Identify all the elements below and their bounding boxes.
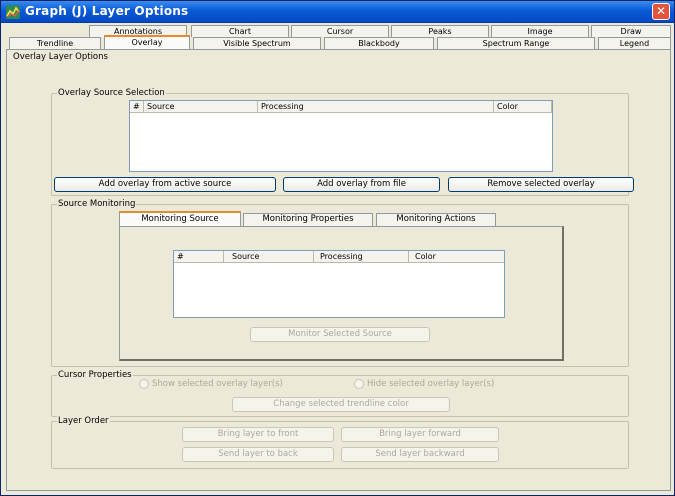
bring-forward-button[interactable]: Bring layer forward	[341, 427, 499, 442]
tab-blackbody[interactable]: Blackbody	[324, 37, 434, 49]
show-overlay-label: Show selected overlay layer(s)	[152, 379, 283, 389]
tab-monitoring-source[interactable]: Monitoring Source	[119, 211, 241, 226]
window-title: Graph (J) Layer Options	[25, 4, 189, 18]
col-number[interactable]: #	[130, 101, 144, 112]
panel-title: Overlay Layer Options	[12, 52, 109, 62]
mon-col-processing[interactable]: Processing	[314, 251, 409, 262]
tab-overlay[interactable]: Overlay	[104, 35, 190, 50]
remove-overlay-button[interactable]: Remove selected overlay	[448, 177, 634, 192]
layer-order-legend: Layer Order	[57, 416, 110, 426]
add-overlay-active-button[interactable]: Add overlay from active source	[54, 177, 276, 192]
layer-order-group	[51, 421, 629, 469]
tab-draw[interactable]: Draw	[591, 25, 671, 37]
send-backward-button[interactable]: Send layer backward	[341, 447, 499, 462]
tab-chart[interactable]: Chart	[191, 25, 289, 37]
source-monitoring-legend: Source Monitoring	[57, 199, 137, 209]
monitor-selected-source-button[interactable]: Monitor Selected Source	[250, 327, 430, 342]
add-overlay-file-button[interactable]: Add overlay from file	[283, 177, 440, 192]
options-window: Graph (J) Layer Options ✕ Annotations Ch…	[0, 0, 675, 496]
close-icon[interactable]: ✕	[652, 3, 670, 20]
tab-monitoring-actions[interactable]: Monitoring Actions	[376, 213, 496, 226]
col-source[interactable]: Source	[144, 101, 258, 112]
tab-peaks[interactable]: Peaks	[391, 25, 489, 37]
overlay-list-header: # Source Processing Color	[130, 101, 552, 113]
graph-app-icon	[6, 5, 20, 19]
tab-image[interactable]: Image	[491, 25, 589, 37]
monitoring-list-header: # Source Processing Color	[174, 251, 504, 263]
send-to-back-button[interactable]: Send layer to back	[182, 447, 334, 462]
mon-col-color[interactable]: Color	[409, 251, 504, 262]
overlay-source-legend: Overlay Source Selection	[57, 88, 166, 98]
monitoring-source-list[interactable]: # Source Processing Color	[173, 250, 505, 318]
title-bar[interactable]: Graph (J) Layer Options ✕	[1, 1, 674, 23]
tab-legend[interactable]: Legend	[598, 37, 671, 49]
hide-overlay-label: Hide selected overlay layer(s)	[367, 379, 495, 389]
tab-monitoring-properties[interactable]: Monitoring Properties	[243, 213, 373, 226]
show-overlay-radio[interactable]	[139, 379, 149, 389]
change-trendline-color-button[interactable]: Change selected trendline color	[232, 397, 450, 412]
overlay-source-list[interactable]: # Source Processing Color	[129, 100, 553, 172]
hide-overlay-radio[interactable]	[354, 379, 364, 389]
mon-col-number[interactable]: #	[174, 251, 224, 262]
mon-col-source[interactable]: Source	[224, 251, 314, 262]
col-processing[interactable]: Processing	[258, 101, 494, 112]
bring-to-front-button[interactable]: Bring layer to front	[182, 427, 334, 442]
tab-trendline[interactable]: Trendline	[9, 37, 101, 49]
tab-spectrum-range[interactable]: Spectrum Range	[437, 37, 595, 49]
tab-cursor[interactable]: Cursor	[291, 25, 389, 37]
cursor-properties-legend: Cursor Properties	[57, 370, 133, 380]
tab-visible-spectrum[interactable]: Visible Spectrum	[193, 37, 321, 49]
col-color[interactable]: Color	[494, 101, 552, 112]
